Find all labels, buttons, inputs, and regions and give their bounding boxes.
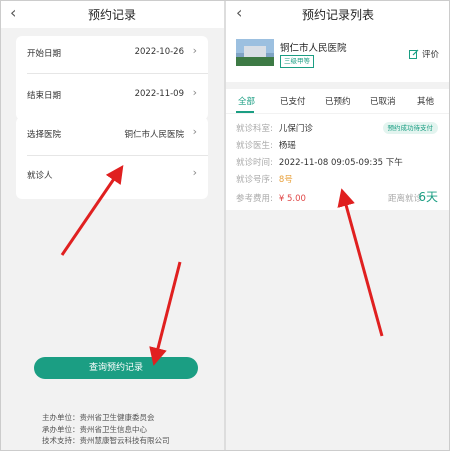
edit-icon [409,49,419,59]
hospital-header: 铜仁市人民医院 三级甲等 评价 [226,28,450,82]
end-date-value: 2022-11-09 [134,89,184,99]
footer-sponsor: 主办单位：贵州省卫生健康委员会 [42,413,155,422]
hospital-name: 铜仁市人民医院 [280,43,347,54]
hospital-level-badge: 三级甲等 [280,55,314,68]
rate-label: 评价 [421,50,439,60]
hospital-value: 铜仁市人民医院 [124,130,184,140]
records-list-screen: ‹ 预约记录列表 铜仁市人民医院 三级甲等 评价 全部 已支付 已预约 已取消 … [226,0,450,451]
tab-paid[interactable]: 已支付 [280,95,306,107]
divider [27,155,208,156]
number-row: 就诊号序: 8号 [236,175,293,185]
chevron-right-icon: › [192,86,197,99]
end-date-row[interactable]: 结束日期 2022-11-09 › [16,78,208,110]
end-date-label: 结束日期 [27,91,62,101]
divider [27,73,208,74]
page-title: 预约记录 [87,8,136,22]
selection-card: 选择医院 铜仁市人民医院 › 就诊人 › [16,117,208,199]
top-bar: ‹ 预约记录列表 [226,0,450,28]
patient-label: 就诊人 [27,171,53,181]
footer-organizer: 承办单位：贵州省卫生信息中心 [42,424,147,434]
footer-credits: 主办单位：贵州省卫生健康委员会 承办单位：贵州省卫生信息中心 技术支持：贵州慧康… [42,412,170,447]
chevron-right-icon: › [192,44,197,57]
status-tabs: 全部 已支付 已预约 已取消 其他 [226,89,450,113]
countdown-value: 6天 [418,190,438,204]
patient-row[interactable]: 就诊人 › [16,158,208,190]
top-bar: ‹ 预约记录 [0,0,224,28]
fee-row: 参考费用: ¥ 5.00 [236,194,306,204]
query-records-button[interactable]: 查询预约记录 [34,357,198,379]
chevron-right-icon: › [192,125,197,138]
time-row: 就诊时间: 2022-11-08 09:05-09:35 下午 [236,158,403,168]
tab-all[interactable]: 全部 [238,95,255,107]
start-date-row[interactable]: 开始日期 2022-10-26 › [16,36,208,68]
page-title: 预约记录列表 [301,8,374,22]
date-card: 开始日期 2022-10-26 › 结束日期 2022-11-09 › [16,36,208,120]
hospital-row[interactable]: 选择医院 铜仁市人民医院 › [16,117,208,149]
start-date-label: 开始日期 [27,49,62,59]
tab-cancelled[interactable]: 已取消 [370,95,396,107]
dept-row: 就诊科室: 儿保门诊 [236,124,313,134]
active-tab-indicator [236,111,254,113]
start-date-value: 2022-10-26 [134,47,184,57]
appointment-card[interactable]: 预约成功待支付 就诊科室: 儿保门诊 就诊医生: 杨瑶 就诊时间: 2022-11-0… [226,114,450,210]
status-badge: 预约成功待支付 [382,122,438,134]
chevron-right-icon: › [192,166,197,179]
tab-other[interactable]: 其他 [417,95,434,107]
hospital-photo [236,39,274,66]
rate-button[interactable]: 评价 [409,48,439,60]
hospital-label: 选择医院 [27,130,62,140]
tab-booked[interactable]: 已预约 [325,95,351,107]
countdown-label: 距离就诊 [387,194,422,204]
footer-support: 技术支持：贵州慧康智云科技有限公司 [42,436,170,445]
doctor-row: 就诊医生: 杨瑶 [236,141,296,151]
query-screen: ‹ 预约记录 开始日期 2022-10-26 › 结束日期 2022-11-09… [0,0,224,451]
